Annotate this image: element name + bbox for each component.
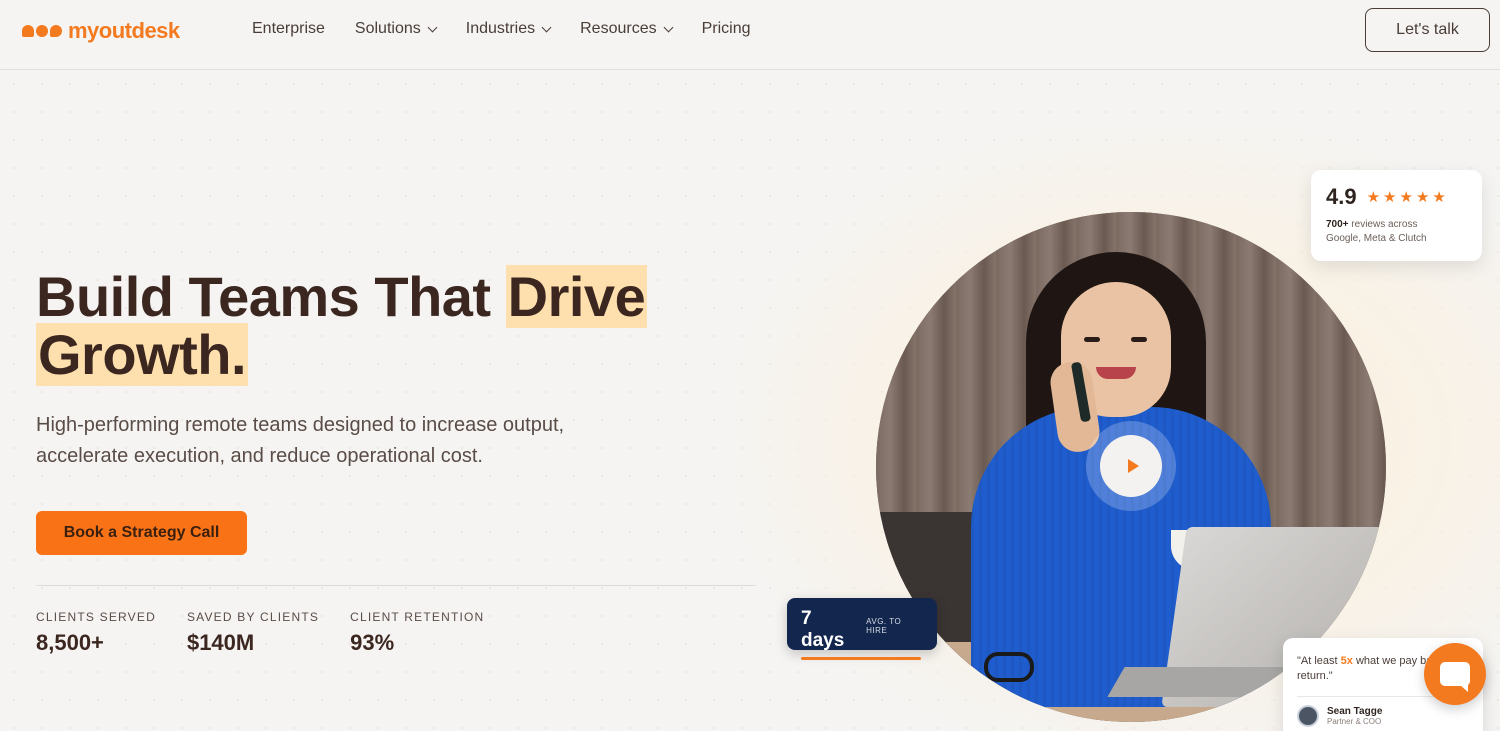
author-role: Partner & COO (1327, 717, 1382, 726)
site-header: myoutdesk Enterprise Solutions Industrie… (0, 0, 1500, 70)
rating-stars: ★ ★ ★ ★ ★ (1367, 190, 1446, 205)
days-value: 7 days (801, 608, 845, 651)
stats-row: CLIENTS SERVED 8,500+ SAVED BY CLIENTS $… (36, 610, 484, 656)
play-video-button[interactable] (1086, 421, 1176, 511)
rating-sources: Google, Meta & Clutch (1326, 233, 1427, 244)
author-name: Sean Tagge (1327, 706, 1383, 717)
hero-title-highlight: Growth. (36, 323, 249, 386)
chevron-down-icon (663, 22, 674, 32)
nav-item-label: Resources (580, 20, 657, 37)
logo-text: myoutdesk (68, 18, 180, 43)
star-icon: ★ (1366, 188, 1381, 206)
days-label: AVG. TO HIRE (866, 617, 902, 635)
nav-item-label: Industries (465, 20, 536, 37)
divider (36, 585, 756, 586)
testimonial-author: Sean Tagge Partner & COO (1297, 705, 1469, 727)
star-icon: ★ (1399, 188, 1413, 206)
hero-title: Build Teams That Drive Growth. (36, 265, 736, 386)
stat-clients-served: CLIENTS SERVED 8,500+ (36, 610, 156, 656)
star-icon: ★ (1383, 188, 1397, 206)
chat-button[interactable] (1424, 643, 1486, 705)
stat-label: CLIENTS SERVED (36, 610, 156, 624)
chevron-down-icon (427, 22, 438, 32)
nav-item-pricing[interactable]: Pricing (702, 20, 751, 38)
chat-icon (1440, 662, 1470, 692)
avatar (1297, 705, 1319, 727)
stat-client-retention: CLIENT RETENTION 93% (350, 610, 484, 656)
chevron-down-icon (541, 22, 552, 32)
stat-value: 93% (350, 630, 395, 655)
nav-item-solutions[interactable]: Solutions (354, 20, 438, 38)
star-icon: ★ (1432, 188, 1446, 206)
stat-value: 8,500+ (36, 630, 104, 655)
hero-title-highlight: Drive (505, 265, 648, 328)
main-nav: Enterprise Solutions Industries Resource… (252, 20, 751, 38)
hero-title-text: Build Teams That (36, 265, 506, 328)
stat-saved-by-clients: SAVED BY CLIENTS $140M (187, 610, 319, 656)
logo[interactable]: myoutdesk (22, 18, 180, 44)
nav-item-industries[interactable]: Industries (465, 20, 552, 38)
rating-reviews-text: 700+ reviews across Google, Meta & Clutc… (1326, 219, 1427, 244)
play-icon (1127, 459, 1139, 473)
stat-value: $140M (186, 630, 255, 655)
logo-mark-icon (22, 25, 62, 37)
nav-item-label: Pricing (701, 20, 751, 37)
book-strategy-call-button[interactable]: Book a Strategy Call (36, 511, 247, 555)
lets-talk-button[interactable]: Let's talk (1365, 8, 1490, 52)
stat-label: SAVED BY CLIENTS (186, 610, 320, 624)
nav-item-label: Enterprise (252, 20, 325, 37)
rating-card: 4.9 ★ ★ ★ ★ ★ 700+ reviews across Google… (1311, 170, 1482, 261)
days-underline (801, 657, 921, 660)
stat-label: CLIENT RETENTION (350, 610, 485, 624)
hero-subtitle: High-performing remote teams designed to… (36, 414, 565, 467)
rating-score: 4.9 (1326, 184, 1357, 209)
nav-item-resources[interactable]: Resources (580, 20, 674, 38)
nav-item-label: Solutions (354, 20, 421, 37)
nav-item-enterprise[interactable]: Enterprise (252, 20, 325, 38)
avg-to-hire-badge: 7 days AVG. TO HIRE (787, 598, 937, 660)
star-icon: ★ (1415, 188, 1430, 206)
